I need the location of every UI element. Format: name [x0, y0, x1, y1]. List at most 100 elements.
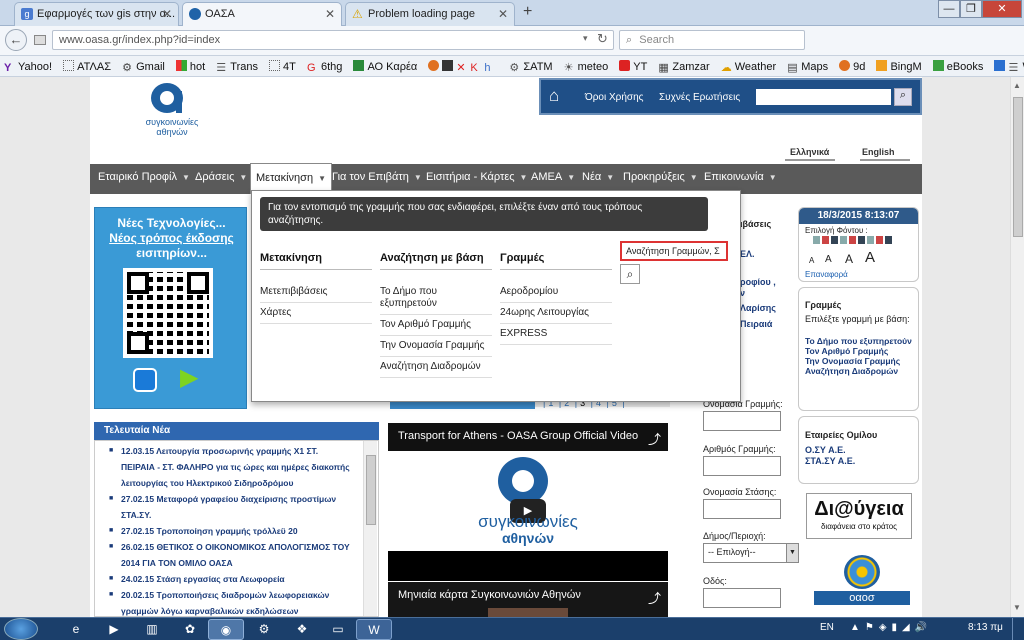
bookmark-hot[interactable]: hot	[175, 60, 205, 73]
close-window-button[interactable]: ✕	[982, 0, 1022, 18]
bookmark-trans[interactable]: ☰ Trans	[216, 61, 258, 74]
background-swatches[interactable]	[813, 236, 893, 244]
font-size-xlarge[interactable]: A	[865, 249, 875, 266]
lines-link-name[interactable]: Την Ονομασία Γραμμής	[805, 356, 917, 366]
tray-icons[interactable]: ▲⚑◈▮◢🔊	[850, 622, 932, 633]
oasa-logo-text[interactable]: συγκοινωνίες αθηνών	[137, 117, 207, 137]
news-scrollbar[interactable]	[363, 441, 377, 616]
close-tab-icon[interactable]: ✕	[498, 7, 508, 21]
bookmark-yahoo[interactable]: Y Yahoo!	[4, 61, 52, 74]
close-tab-icon[interactable]: ✕	[162, 7, 172, 21]
clock[interactable]: 8:13 πμ	[968, 622, 1003, 633]
show-desktop-button[interactable]	[1012, 618, 1024, 640]
app-store-icon[interactable]	[133, 368, 157, 392]
news-item[interactable]: 20.02.15 Τροποποιήσεις διαδρομών λεωφορε…	[109, 587, 354, 616]
site-search-input[interactable]	[756, 89, 891, 105]
video-player-1[interactable]: Transport for Athens - OASA Group Offici…	[388, 423, 668, 551]
reset-link[interactable]: Επαναφορά	[805, 270, 848, 279]
bookmark-yt[interactable]: YT	[619, 60, 647, 73]
bookmark-wt[interactable]: ☰WT	[994, 60, 1024, 74]
menu-item-amea[interactable]: ΑΜΕΑ ▼	[531, 171, 575, 183]
tool-icon[interactable]: ⚙	[246, 619, 282, 640]
bookmark-atlas[interactable]: ΑΤΛΑΣ	[63, 60, 111, 73]
menu-item-tickets[interactable]: Εισιτήρια - Κάρτες ▼	[426, 171, 527, 183]
dropdown-link-municipality[interactable]: Το Δήμο που εξυπηρετούν	[380, 282, 492, 315]
partial-link[interactable]: ροφίου ,	[740, 277, 776, 287]
firefox-icon[interactable]: ◉	[208, 619, 244, 640]
partial-link[interactable]: Πειραιά	[740, 319, 772, 329]
news-scroll-thumb[interactable]	[366, 455, 376, 525]
font-size-small[interactable]: A	[809, 256, 814, 265]
company-stasy-link[interactable]: ΣΤΑ.ΣΥ Α.Ε.	[805, 456, 855, 467]
font-size-large[interactable]: A	[845, 252, 853, 266]
back-icon[interactable]: ←	[5, 29, 27, 51]
news-item[interactable]: 26.02.15 ΘΕΤΙΚΟΣ Ο ΟΙΚΟΝΟΜΙΚΟΣ ΑΠΟΛΟΓΙΣΜ…	[109, 539, 354, 571]
lines-link-municipality[interactable]: Το Δήμο που εξυπηρετούν	[805, 336, 917, 346]
tab-problem[interactable]: ⚠ Problem loading page ✕	[345, 2, 515, 26]
search-field[interactable]: ⌕ Search	[619, 30, 805, 50]
company-osy-link[interactable]: Ο.ΣΥ Α.Ε.	[805, 445, 855, 456]
terms-link[interactable]: Όροι Χρήσης	[585, 92, 643, 103]
menu-item-actions[interactable]: Δράσεις ▼	[195, 171, 247, 183]
menu-item-news[interactable]: Νέα ▼	[582, 171, 614, 183]
stop-name-input[interactable]	[703, 499, 781, 519]
news-item[interactable]: 27.02.15 Τροποποίηση γραμμής τρόλλεϋ 20	[109, 523, 354, 539]
municipality-select[interactable]: -- Επιλογή-- ▼	[703, 543, 799, 563]
faq-link[interactable]: Συχνές Ερωτήσεις	[659, 92, 740, 103]
news-item[interactable]: 12.03.15 Λειτουργία προσωρινής γραμμής Χ…	[109, 443, 354, 491]
dropdown-link-line-number[interactable]: Τον Αριθμό Γραμμής	[380, 315, 492, 336]
chevron-down-icon[interactable]: ▼	[786, 544, 798, 562]
lines-link-routes[interactable]: Αναζήτηση Διαδρομών	[805, 366, 917, 376]
bookmark-maps[interactable]: ▤ Maps	[787, 61, 828, 74]
bookmark-ao-karea[interactable]: ΑΟ Καρέα	[353, 60, 417, 73]
dropdown-search-input[interactable]: Αναζήτηση Γραμμών, Σ	[620, 241, 728, 261]
dropdown-link-24h[interactable]: 24ωρης Λειτουργίας	[500, 303, 612, 324]
promo-line2[interactable]: Νέος τρόπος έκδοσης	[95, 231, 248, 246]
scroll-up-icon[interactable]: ▲	[1013, 81, 1021, 90]
lines-link-number[interactable]: Τον Αριθμό Γραμμής	[805, 346, 917, 356]
font-size-normal[interactable]: A	[825, 254, 832, 265]
bookmark-icons[interactable]: ✕ Kh	[428, 60, 498, 74]
news-item[interactable]: 27.02.15 Μεταφορά γραφείου διαχείρισης π…	[109, 491, 354, 523]
dropdown-icon[interactable]: ▾	[583, 33, 588, 44]
new-tab-button[interactable]: +	[523, 3, 532, 21]
bookmark-6thg[interactable]: G 6thg	[307, 61, 342, 74]
line-number-input[interactable]	[703, 456, 781, 476]
maximize-button[interactable]: ❐	[960, 0, 982, 18]
ie-icon[interactable]: e	[58, 619, 94, 640]
minimize-button[interactable]: —	[938, 0, 960, 18]
bookmark-9d[interactable]: 9d	[839, 60, 865, 73]
start-button[interactable]	[4, 618, 38, 640]
bookmark-ebooks[interactable]: eBooks	[932, 60, 983, 73]
dropdown-link-line-name[interactable]: Την Ονομασία Γραμμής	[380, 336, 492, 357]
scroll-thumb[interactable]	[1013, 97, 1023, 237]
bookmark-4t[interactable]: 4T	[269, 60, 296, 73]
bookmark-zamzar[interactable]: ▦ Zamzar	[658, 61, 709, 74]
promo-banner[interactable]: Νέες Τεχνολογίες... Νέος τρόπος έκδοσης …	[94, 207, 247, 409]
dropbox-icon[interactable]: ❖	[284, 619, 320, 640]
folder-icon[interactable]: ▭	[320, 619, 356, 640]
google-play-icon[interactable]: ▶	[180, 366, 198, 390]
url-bar[interactable]: www.oasa.gr/index.php?id=index	[52, 30, 614, 50]
dropdown-link-transfers[interactable]: Μετεπιβιβάσεις	[260, 282, 372, 303]
calculator-icon[interactable]: ▥	[134, 619, 170, 640]
share-icon[interactable]: ⤴	[648, 588, 661, 607]
bookmark-satm[interactable]: ⚙ ΣΑΤΜ	[509, 61, 552, 74]
site-search-icon[interactable]: ⌕	[894, 88, 912, 106]
app-icon[interactable]: ✿	[172, 619, 208, 640]
media-icon[interactable]: ▶	[96, 619, 132, 640]
partial-link[interactable]: ΕΛ.	[740, 249, 755, 259]
share-icon[interactable]: ⤴	[648, 429, 661, 448]
menu-item-notices[interactable]: Προκηρύξεις ▼	[623, 171, 698, 183]
oasa-logo-icon[interactable]	[151, 83, 183, 113]
close-tab-icon[interactable]: ✕	[325, 7, 335, 21]
bookmark-gmail[interactable]: ⚙ Gmail	[122, 61, 165, 74]
bookmark-bingm[interactable]: BingM	[876, 60, 922, 73]
page-scrollbar[interactable]: ▲ ▼	[1010, 77, 1024, 617]
tab-gis[interactable]: g Εφαρμογές των gis στην α... ✕	[14, 2, 179, 26]
video-player-2[interactable]: Μηνιαία κάρτα Συγκοινωνιών Αθηνών ⤴	[388, 582, 668, 617]
dropdown-link-express[interactable]: EXPRESS	[500, 324, 612, 345]
menu-item-passenger[interactable]: Για τον Επιβάτη ▼	[332, 171, 422, 183]
partial-link[interactable]: Λαρίσης	[740, 303, 776, 313]
menu-item-profile[interactable]: Εταιρικό Προφίλ ▼	[98, 171, 190, 183]
